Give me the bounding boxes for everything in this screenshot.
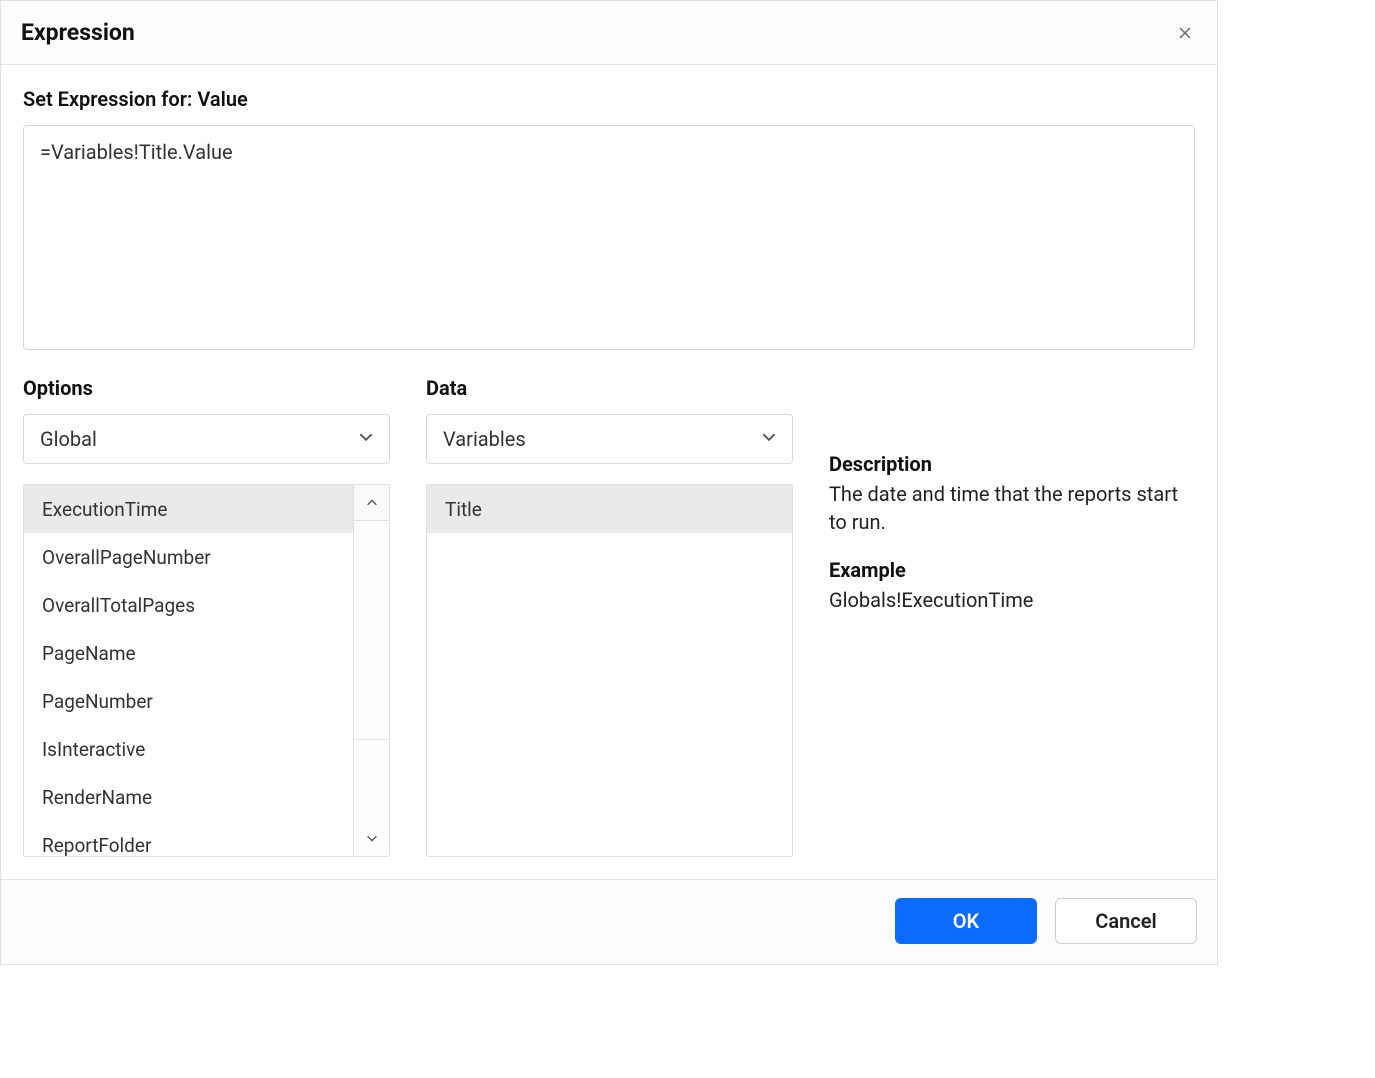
dialog-title: Expression — [21, 19, 135, 46]
options-item-label: ReportFolder — [42, 834, 151, 857]
close-icon — [1177, 25, 1193, 41]
expression-dialog: Expression Set Expression for: Value Opt… — [0, 0, 1218, 965]
data-heading: Data — [426, 376, 793, 400]
options-item-label: OverallTotalPages — [42, 594, 195, 617]
options-item[interactable]: IsInteractive — [24, 725, 353, 773]
options-item[interactable]: OverallPageNumber — [24, 533, 353, 581]
chevron-up-icon — [365, 496, 379, 510]
dialog-footer: OK Cancel — [1, 879, 1217, 964]
data-select[interactable]: Variables — [426, 414, 793, 464]
options-item[interactable]: RenderName — [24, 773, 353, 821]
options-item-label: IsInteractive — [42, 738, 145, 761]
close-button[interactable] — [1173, 21, 1197, 45]
options-item-label: PageNumber — [42, 690, 153, 713]
options-item[interactable]: ExecutionTime — [24, 485, 353, 533]
data-item[interactable]: Title — [427, 485, 792, 533]
scrollbar-divider — [354, 739, 389, 740]
scroll-up-button[interactable] — [354, 485, 389, 521]
description-text: The date and time that the reports start… — [829, 480, 1195, 536]
options-column: Options Global ExecutionTime OverallPage… — [23, 376, 390, 857]
description-heading: Description — [829, 452, 1195, 476]
chevron-down-icon — [760, 427, 778, 451]
example-text: Globals!ExecutionTime — [829, 586, 1195, 614]
options-select-value: Global — [40, 427, 97, 451]
options-item-label: PageName — [42, 642, 136, 665]
ok-button-label: OK — [953, 909, 979, 933]
ok-button[interactable]: OK — [895, 898, 1037, 944]
data-listbox: Title — [426, 484, 793, 857]
chevron-down-icon — [365, 831, 379, 845]
options-item[interactable]: OverallTotalPages — [24, 581, 353, 629]
chevron-down-icon — [357, 427, 375, 451]
options-heading: Options — [23, 376, 390, 400]
cancel-button[interactable]: Cancel — [1055, 898, 1197, 944]
scroll-down-button[interactable] — [354, 820, 389, 856]
data-column: Data Variables Title — [426, 376, 793, 857]
scrollbar-track-region[interactable] — [354, 521, 389, 856]
dialog-header: Expression — [1, 1, 1217, 65]
columns: Options Global ExecutionTime OverallPage… — [23, 376, 1195, 857]
data-item-label: Title — [445, 498, 482, 521]
example-heading: Example — [829, 558, 1195, 582]
options-item[interactable]: PageNumber — [24, 677, 353, 725]
options-item-label: ExecutionTime — [42, 498, 167, 521]
dialog-body: Set Expression for: Value Options Global — [1, 65, 1217, 879]
options-item[interactable]: ReportFolder — [24, 821, 353, 856]
expression-input[interactable] — [23, 125, 1195, 350]
options-item-label: RenderName — [42, 786, 152, 809]
set-expression-label: Set Expression for: Value — [23, 87, 1195, 111]
options-item-label: OverallPageNumber — [42, 546, 211, 569]
data-select-value: Variables — [443, 427, 526, 451]
options-select[interactable]: Global — [23, 414, 390, 464]
options-item[interactable]: PageName — [24, 629, 353, 677]
description-column: Description The date and time that the r… — [829, 376, 1195, 857]
cancel-button-label: Cancel — [1095, 909, 1156, 933]
options-listbox: ExecutionTime OverallPageNumber OverallT… — [23, 484, 390, 857]
scrollbar[interactable] — [353, 485, 389, 856]
